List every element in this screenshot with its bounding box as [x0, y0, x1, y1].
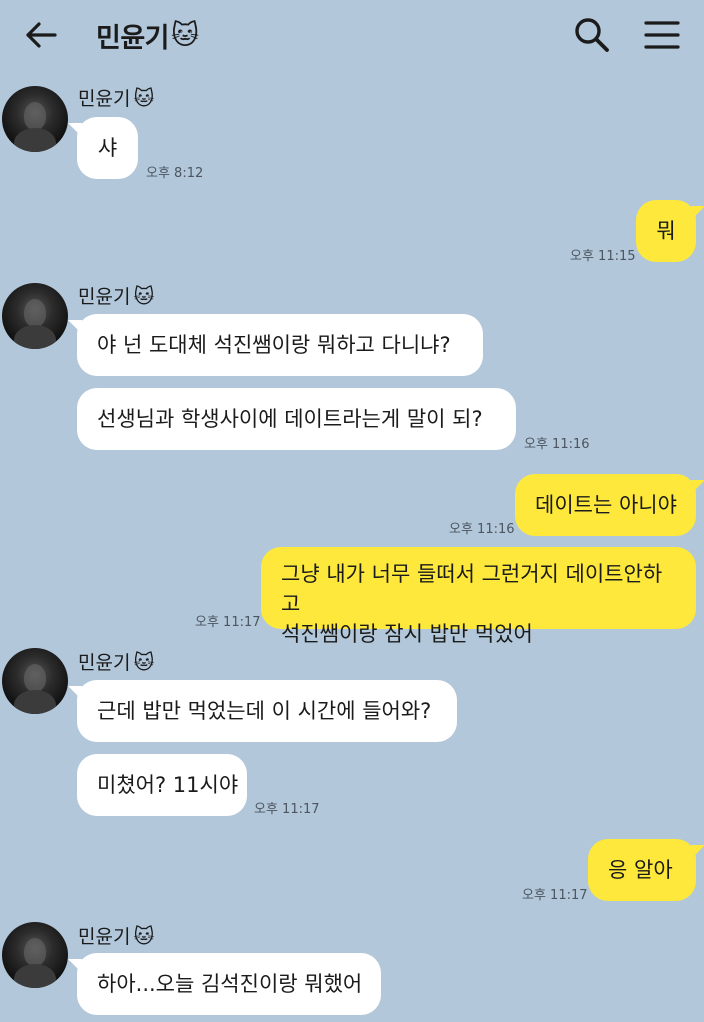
- sender-name: 민윤기 🐱: [78, 85, 155, 111]
- sender-name: 민윤기 🐱: [78, 283, 155, 309]
- cat-emoji-icon: 🐱: [171, 19, 199, 51]
- sender-name: 민윤기 🐱: [78, 923, 155, 949]
- message-time: 오후 11:16: [449, 522, 515, 537]
- hamburger-menu-icon: [644, 21, 680, 49]
- cat-emoji-icon: 🐱: [133, 283, 155, 308]
- avatar[interactable]: [2, 283, 68, 349]
- avatar[interactable]: [2, 648, 68, 714]
- search-icon: [575, 18, 609, 52]
- arrow-left-icon: [26, 22, 57, 48]
- message-time: 오후 11:15: [570, 249, 636, 264]
- chat-title-text: 민윤기: [96, 22, 170, 54]
- message-bubble-outgoing[interactable]: 응 알아: [588, 839, 704, 901]
- message-bubble-incoming[interactable]: 근데 밥만 먹었는데 이 시간에 들어와?: [68, 680, 457, 742]
- back-button[interactable]: [20, 14, 62, 56]
- message-time: 오후 8:12: [146, 166, 204, 181]
- message-bubble-incoming[interactable]: 샤: [68, 117, 138, 179]
- avatar[interactable]: [2, 922, 68, 988]
- message-bubble-outgoing[interactable]: 그냥 내가 너무 들떠서 그런거지 데이트안하고 석진쌤이랑 잠시 밥만 먹었어: [261, 547, 696, 646]
- cat-emoji-icon: 🐱: [133, 649, 155, 674]
- menu-button[interactable]: [640, 13, 684, 57]
- message-bubble-outgoing[interactable]: 데이트는 아니야: [515, 474, 704, 536]
- message-time: 오후 11:17: [522, 888, 588, 903]
- cat-emoji-icon: 🐱: [133, 85, 155, 110]
- message-time: 오후 11:16: [524, 437, 590, 452]
- chat-header: 민윤기 🐱: [0, 0, 704, 70]
- cat-emoji-icon: 🐱: [133, 923, 155, 948]
- message-time: 오후 11:17: [195, 615, 261, 630]
- chat-title: 민윤기 🐱: [96, 14, 199, 56]
- message-bubble-incoming[interactable]: 미쳤어? 11시야: [77, 754, 247, 816]
- message-bubble-incoming[interactable]: 선생님과 학생사이에 데이트라는게 말이 되?: [77, 388, 516, 450]
- message-bubble-incoming[interactable]: 야 넌 도대체 석진쌤이랑 뭐하고 다니냐?: [68, 314, 483, 376]
- message-bubble-incoming[interactable]: 하아...오늘 김석진이랑 뭐했어: [68, 953, 381, 1015]
- search-button[interactable]: [570, 13, 614, 57]
- sender-name: 민윤기 🐱: [78, 649, 155, 675]
- message-time: 오후 11:17: [254, 802, 320, 817]
- message-bubble-outgoing[interactable]: 뭐: [636, 200, 704, 262]
- avatar[interactable]: [2, 86, 68, 152]
